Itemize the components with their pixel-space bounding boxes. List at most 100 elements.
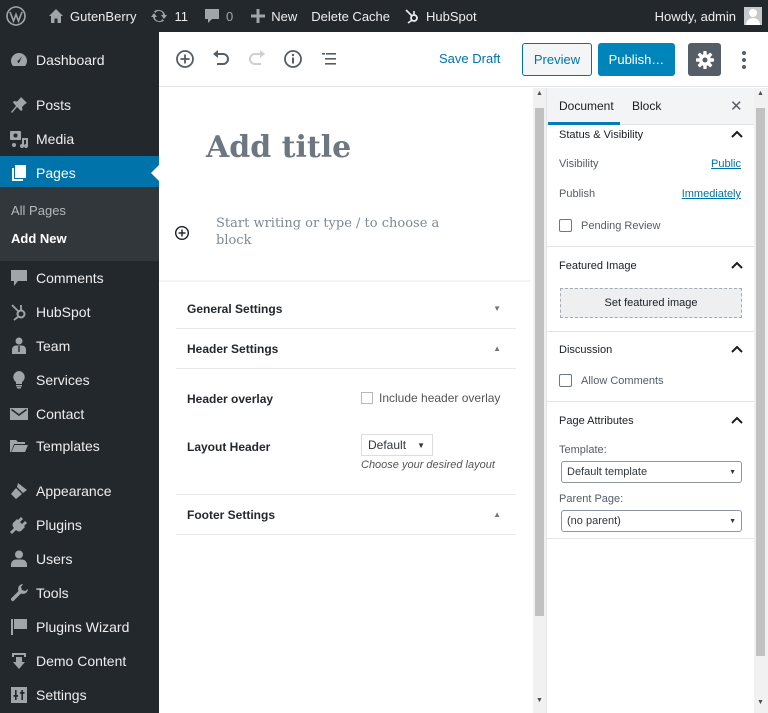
undo-icon — [213, 50, 229, 65]
footer-settings-toggle[interactable]: Footer Settings ▲ — [176, 495, 516, 535]
panel-divider — [547, 538, 755, 539]
close-icon: ✕ — [730, 98, 743, 115]
visibility-toggle[interactable]: Public — [711, 158, 741, 170]
caret-down-icon: ▼ — [729, 517, 736, 525]
settings-scrollbar[interactable]: ▲ ▼ — [754, 88, 768, 713]
settings-toggle-button[interactable] — [688, 43, 721, 76]
wrench-icon — [10, 584, 28, 602]
general-settings-toggle[interactable]: General Settings ▼ — [176, 289, 516, 329]
sidebar-item-team[interactable]: Team — [0, 329, 159, 363]
comment-icon — [204, 9, 219, 23]
caret-down-icon: ▼ — [493, 304, 501, 313]
hubspot-icon — [405, 9, 418, 24]
sidebar-item-templates[interactable]: Templates — [0, 429, 159, 463]
page-attributes-toggle[interactable]: Page Attributes — [547, 410, 755, 432]
status-visibility-toggle[interactable]: Status & Visibility — [547, 124, 755, 146]
header-overlay-checkbox[interactable]: Include header overlay — [361, 391, 500, 405]
layout-header-select[interactable]: Default ▼ — [361, 434, 433, 456]
template-select[interactable]: Default template ▼ — [561, 461, 742, 483]
sidebar-item-posts[interactable]: Posts — [0, 88, 159, 122]
user-icon — [11, 550, 27, 567]
publish-button[interactable]: Publish… — [598, 43, 675, 76]
parent-page-select[interactable]: (no parent) ▼ — [561, 510, 742, 532]
save-draft-button[interactable]: Save Draft — [439, 51, 500, 66]
close-sidebar-button[interactable]: ✕ — [730, 97, 743, 115]
editor-scrollbar-thumb[interactable] — [535, 108, 544, 616]
discussion-toggle[interactable]: Discussion — [547, 339, 755, 361]
tab-block[interactable]: Block — [632, 99, 661, 113]
home-icon — [49, 9, 63, 23]
new-content-link[interactable]: New — [241, 0, 305, 32]
checkbox[interactable] — [559, 374, 572, 387]
block-appender-input[interactable]: Start writing or type / to choose a bloc… — [216, 215, 446, 249]
submenu-all-pages[interactable]: All Pages — [11, 203, 66, 218]
caret-up-icon: ▲ — [493, 344, 501, 353]
scroll-up-arrow-icon[interactable]: ▲ — [533, 90, 546, 97]
sidebar-item-dashboard[interactable]: Dashboard — [0, 43, 159, 77]
comments-link[interactable]: 0 — [196, 0, 241, 32]
editor-divider — [159, 280, 531, 282]
sidebar-item-users[interactable]: Users — [0, 542, 159, 576]
preview-button[interactable]: Preview — [522, 43, 592, 76]
caret-up-icon: ▲ — [493, 510, 501, 519]
publish-label: Publish — [559, 188, 596, 200]
sidebar-item-services[interactable]: Services — [0, 363, 159, 397]
sidebar-item-settings[interactable]: Settings — [0, 678, 159, 712]
sidebar-item-comments[interactable]: Comments — [0, 261, 159, 295]
lightbulb-icon — [13, 371, 25, 389]
delete-cache-link[interactable]: Delete Cache — [305, 0, 398, 32]
inline-add-block-button[interactable] — [174, 225, 190, 246]
submenu-add-new[interactable]: Add New — [11, 231, 67, 246]
panel-divider — [547, 401, 755, 402]
more-menu-button[interactable] — [735, 46, 753, 74]
sidebar-item-hubspot[interactable]: HubSpot — [0, 295, 159, 329]
sidebar-item-plugins-wizard[interactable]: Plugins Wizard — [0, 610, 159, 644]
sidebar-item-plugins[interactable]: Plugins — [0, 508, 159, 542]
allow-comments-checkbox[interactable]: Allow Comments — [559, 374, 664, 387]
caret-down-icon: ▼ — [417, 440, 425, 450]
avatar — [744, 7, 762, 25]
undo-button[interactable] — [210, 48, 232, 70]
pending-review-checkbox[interactable]: Pending Review — [559, 219, 661, 232]
scroll-up-arrow-icon[interactable]: ▲ — [754, 90, 767, 97]
set-featured-image-button[interactable]: Set featured image — [560, 288, 742, 318]
sidebar-item-demo-content[interactable]: Demo Content — [0, 644, 159, 678]
hubspot-link[interactable]: HubSpot — [398, 0, 485, 32]
editor-scrollbar[interactable]: ▲ ▼ — [533, 88, 546, 713]
header-settings-toggle[interactable]: Header Settings ▲ — [176, 329, 516, 369]
tab-document[interactable]: Document — [559, 99, 614, 113]
settings-scrollbar-thumb[interactable] — [756, 108, 765, 656]
scroll-down-arrow-icon[interactable]: ▼ — [533, 697, 546, 704]
my-account-link[interactable]: Howdy, admin — [647, 0, 768, 32]
refresh-icon — [151, 9, 168, 23]
featured-image-toggle[interactable]: Featured Image — [547, 255, 755, 277]
settings-sidebar: Document Block ✕ Status & Visibility Vis… — [546, 88, 755, 713]
checkbox[interactable] — [559, 219, 572, 232]
info-icon — [284, 50, 302, 68]
admin-sidebar: Dashboard Posts Media Pages All Pages Ad… — [0, 32, 159, 713]
site-name-link[interactable]: GutenBerry — [34, 0, 144, 32]
editor-canvas: Add title Start writing or type / to cho… — [159, 88, 531, 713]
pages-icon — [12, 165, 26, 181]
sidebar-item-contact[interactable]: Contact — [0, 397, 159, 431]
sidebar-item-pages[interactable]: Pages — [0, 156, 159, 190]
info-button[interactable] — [282, 48, 304, 70]
redo-icon — [249, 50, 265, 65]
wordpress-logo-icon — [6, 6, 26, 26]
add-block-button[interactable] — [174, 48, 196, 70]
layout-header-description: Choose your desired layout — [361, 459, 495, 471]
sidebar-item-media[interactable]: Media — [0, 122, 159, 156]
header-overlay-label: Header overlay — [187, 392, 274, 406]
scroll-down-arrow-icon[interactable]: ▼ — [754, 699, 767, 706]
caret-down-icon: ▼ — [729, 468, 736, 476]
publish-date-toggle[interactable]: Immediately — [682, 188, 741, 200]
post-title-input[interactable]: Add title — [206, 130, 351, 165]
updates-link[interactable]: 11 — [144, 0, 196, 32]
wp-logo-button[interactable] — [0, 0, 34, 32]
block-navigation-button[interactable] — [318, 48, 340, 70]
redo-button[interactable] — [246, 48, 268, 70]
sidebar-item-appearance[interactable]: Appearance — [0, 474, 159, 508]
checkbox[interactable] — [361, 392, 373, 404]
sidebar-item-tools[interactable]: Tools — [0, 576, 159, 610]
comment-icon — [11, 270, 27, 286]
